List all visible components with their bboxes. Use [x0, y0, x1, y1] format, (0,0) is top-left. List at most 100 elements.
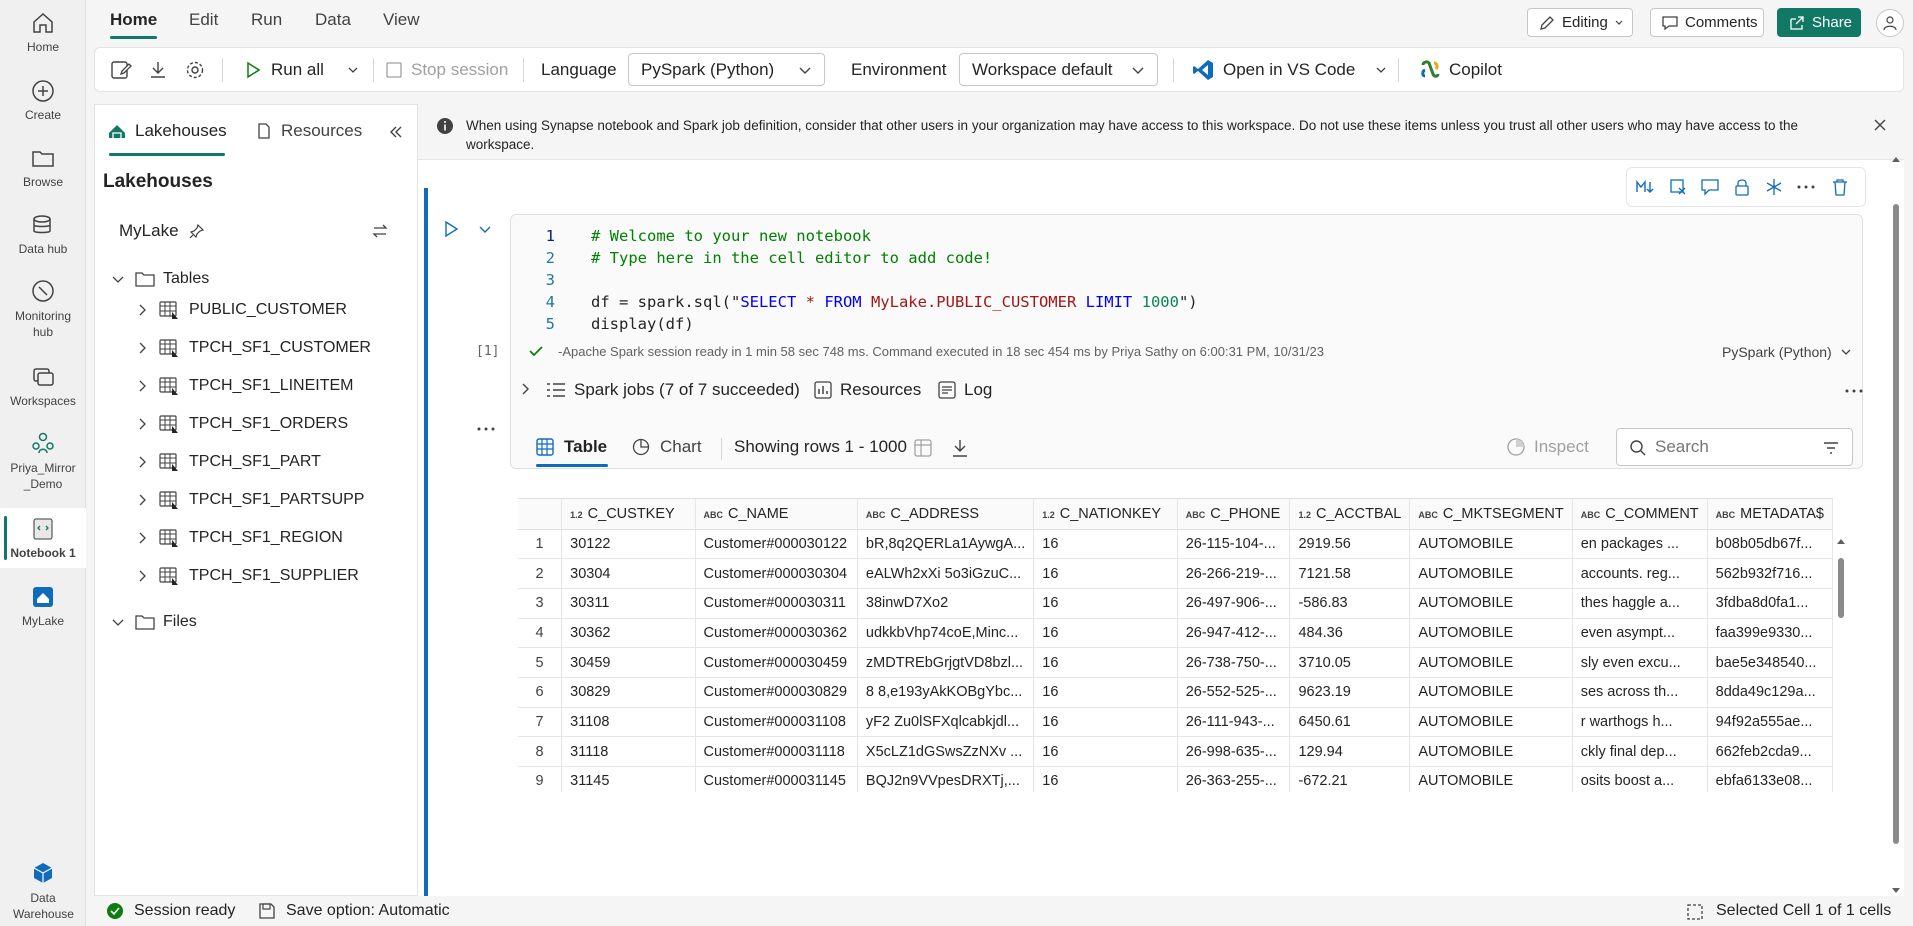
- tab-resources[interactable]: Resources: [255, 121, 362, 141]
- table-cell[interactable]: 7121.58: [1289, 558, 1411, 589]
- table-row[interactable]: 9 31145 Customer#000031145 BQJ2n9VVpesDRXTj…: [518, 766, 1833, 792]
- table-cell[interactable]: 30459: [561, 647, 696, 678]
- cell-language-selector[interactable]: PySpark (Python): [1722, 344, 1852, 360]
- table-cell[interactable]: 26-115-104-...: [1177, 529, 1291, 560]
- table-cell[interactable]: ebfa6133e08...: [1707, 766, 1833, 792]
- table-cell[interactable]: thes haggle a...: [1572, 588, 1708, 619]
- table-cell[interactable]: 2919.56: [1289, 529, 1411, 560]
- table-cell[interactable]: 26-998-635-...: [1177, 736, 1291, 767]
- table-cell[interactable]: faa399e9330...: [1707, 618, 1833, 649]
- tab-lakehouses[interactable]: Lakehouses: [107, 121, 227, 141]
- table-row[interactable]: 7 31108 Customer#000031108 yF2 Zu0lSFXqlcab…: [518, 707, 1833, 738]
- table-cell[interactable]: Customer#000030304: [695, 558, 858, 589]
- table-cell[interactable]: sly even excu...: [1572, 647, 1708, 678]
- rail-workspaces[interactable]: Workspaces: [0, 364, 86, 408]
- tree-node-table[interactable]: TPCH_SF1_ORDERS: [135, 410, 348, 438]
- table-cell[interactable]: Customer#000031145: [695, 766, 858, 792]
- close-banner-button[interactable]: [1872, 117, 1888, 133]
- filter-icon[interactable]: [1822, 439, 1840, 457]
- people-picker-button[interactable]: [1876, 9, 1904, 37]
- table-cell[interactable]: 16: [1033, 647, 1178, 678]
- table-cell[interactable]: yF2 Zu0lSFXqlcabkjdl...: [857, 707, 1035, 738]
- tree-node-tables[interactable]: Tables: [111, 265, 209, 293]
- table-cell[interactable]: b08b05db67f...: [1707, 529, 1833, 560]
- table-cell[interactable]: Customer#000030829: [695, 677, 858, 708]
- rail-home[interactable]: Home: [0, 10, 86, 54]
- table-cell[interactable]: 6450.61: [1289, 707, 1411, 738]
- table-cell[interactable]: 3fdba8d0fa1...: [1707, 588, 1833, 619]
- table-cell[interactable]: 94f92a555ae...: [1707, 707, 1833, 738]
- tree-node-table[interactable]: TPCH_SF1_CUSTOMER: [135, 334, 371, 362]
- rail-create[interactable]: Create: [0, 78, 86, 122]
- run-options-dropdown[interactable]: [347, 48, 359, 91]
- table-cell[interactable]: AUTOMOBILE: [1409, 588, 1573, 619]
- tree-node-table[interactable]: TPCH_SF1_REGION: [135, 524, 343, 552]
- output-more-button[interactable]: [1844, 388, 1864, 394]
- column-header[interactable]: ABC C_PHONE: [1177, 499, 1291, 530]
- table-cell[interactable]: 562b932f716...: [1707, 558, 1833, 589]
- table-cell[interactable]: 8 8,e193yAkKOBgYbc...: [857, 677, 1035, 708]
- table-cell[interactable]: bR,8q2QERLa1AywgA...: [857, 529, 1035, 560]
- table-cell[interactable]: Customer#000031108: [695, 707, 858, 738]
- table-cell[interactable]: 16: [1033, 707, 1178, 738]
- session-status[interactable]: Session ready: [134, 902, 235, 920]
- table-cell[interactable]: AUTOMOBILE: [1409, 736, 1573, 767]
- table-cell[interactable]: 9623.19: [1289, 677, 1411, 708]
- run-all-button[interactable]: Run all: [243, 48, 324, 91]
- download-button[interactable]: [147, 48, 169, 91]
- table-cell[interactable]: 484.36: [1289, 618, 1411, 649]
- table-cell[interactable]: 3710.05: [1289, 647, 1411, 678]
- tab-run[interactable]: Run: [251, 10, 282, 30]
- grid-scrollbar[interactable]: [1836, 536, 1846, 736]
- table-cell[interactable]: 31145: [561, 766, 696, 792]
- table-cell[interactable]: 16: [1033, 618, 1178, 649]
- collapse-panel-button[interactable]: [387, 123, 405, 141]
- tree-node-table[interactable]: PUBLIC_CUSTOMER: [135, 296, 347, 324]
- table-cell[interactable]: 30829: [561, 677, 696, 708]
- table-cell[interactable]: ckly final dep...: [1572, 736, 1708, 767]
- table-cell[interactable]: bae5e348540...: [1707, 647, 1833, 678]
- table-cell[interactable]: 26-947-412-...: [1177, 618, 1291, 649]
- output-log-button[interactable]: Log: [938, 380, 992, 400]
- tree-node-files[interactable]: Files: [111, 608, 197, 636]
- column-settings-button[interactable]: [914, 439, 932, 457]
- table-cell[interactable]: accounts. reg...: [1572, 558, 1708, 589]
- add-comment-button[interactable]: [1697, 174, 1723, 200]
- more-cell-options-button[interactable]: [1793, 174, 1819, 200]
- stop-session-button[interactable]: Stop session: [385, 48, 508, 91]
- table-row[interactable]: 4 30362 Customer#000030362 udkkbVhp74coE,Mi…: [518, 618, 1833, 649]
- comments-button[interactable]: Comments: [1650, 8, 1764, 37]
- inspect-button[interactable]: Inspect: [1506, 437, 1589, 457]
- tree-node-table[interactable]: TPCH_SF1_SUPPLIER: [135, 562, 359, 590]
- table-cell[interactable]: 662feb2cda9...: [1707, 736, 1833, 767]
- column-header[interactable]: ABC C_ADDRESS: [857, 499, 1035, 530]
- rail-notebook-1[interactable]: Notebook 1: [0, 508, 86, 568]
- table-cell[interactable]: 16: [1033, 736, 1178, 767]
- download-results-button[interactable]: [951, 438, 969, 458]
- table-cell[interactable]: 26-552-525-...: [1177, 677, 1291, 708]
- table-cell[interactable]: Customer#000030311: [695, 588, 858, 619]
- table-cell[interactable]: AUTOMOBILE: [1409, 647, 1573, 678]
- freeze-cell-button[interactable]: [1761, 174, 1787, 200]
- table-cell[interactable]: 31108: [561, 707, 696, 738]
- table-cell[interactable]: eALWh2xXi 5o3iGzuC...: [857, 558, 1035, 589]
- table-row[interactable]: 1 30122 Customer#000030122 bR,8q2QERLa1Aywg…: [518, 529, 1833, 560]
- column-header[interactable]: 1.2 C_CUSTKEY: [561, 499, 696, 530]
- open-in-vscode-button[interactable]: Open in VS Code: [1191, 48, 1355, 91]
- tree-node-table[interactable]: TPCH_SF1_LINEITEM: [135, 372, 353, 400]
- table-cell[interactable]: 26-111-943-...: [1177, 707, 1291, 738]
- notebook-settings-button[interactable]: [109, 48, 133, 91]
- output-tab-chart[interactable]: Chart: [632, 437, 702, 457]
- table-row[interactable]: 5 30459 Customer#000030459 zMDTREbGrjgtVD8b…: [518, 647, 1833, 678]
- table-cell[interactable]: AUTOMOBILE: [1409, 707, 1573, 738]
- table-cell[interactable]: Customer#000030122: [695, 529, 858, 560]
- notebook-scrollbar[interactable]: [1890, 154, 1902, 896]
- switch-lakehouse-button[interactable]: [371, 222, 389, 240]
- markdown-toggle-button[interactable]: [1633, 174, 1659, 200]
- column-header[interactable]: ABC C_MKTSEGMENT: [1409, 499, 1573, 530]
- table-cell[interactable]: AUTOMOBILE: [1409, 677, 1573, 708]
- clear-output-button[interactable]: [1665, 174, 1691, 200]
- table-cell[interactable]: 26-738-750-...: [1177, 647, 1291, 678]
- table-cell[interactable]: Customer#000030362: [695, 618, 858, 649]
- table-cell[interactable]: Customer#000030459: [695, 647, 858, 678]
